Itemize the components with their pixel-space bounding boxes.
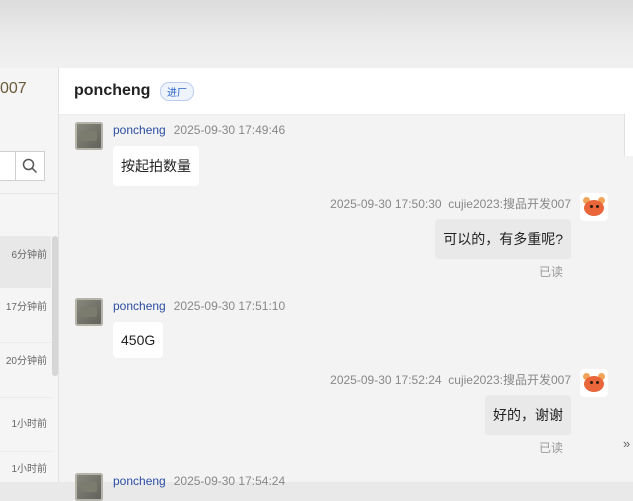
avatar[interactable] <box>580 193 608 221</box>
sender-name: cujie2023:搜品开发007 <box>448 373 571 387</box>
conversation-time: 1小时前 <box>11 464 47 475</box>
sender-name[interactable]: poncheng <box>113 474 166 488</box>
message-meta: poncheng 2025-09-30 17:54:24 <box>113 474 285 488</box>
avatar[interactable] <box>580 369 608 397</box>
chat-title: poncheng <box>74 82 151 99</box>
avatar[interactable] <box>75 473 103 501</box>
message-meta: 2025-09-30 17:50:30 cujie2023:搜品开发007 <box>330 195 571 212</box>
message-meta: 2025-09-30 17:52:24 cujie2023:搜品开发007 <box>330 371 571 388</box>
chat-header: poncheng 进厂 <box>59 68 633 115</box>
search-icon <box>22 158 38 174</box>
top-banner <box>0 0 633 68</box>
divider <box>0 342 51 343</box>
avatar[interactable] <box>75 122 103 150</box>
conversation-time: 1小时前 <box>11 419 47 430</box>
chat-panel: poncheng 进厂 poncheng 2025-09-30 17:49:46 … <box>59 68 633 501</box>
message-bubble: 可以的，有多重呢? <box>435 219 571 259</box>
conversation-item[interactable]: 20分钟前 <box>0 352 51 367</box>
search-button[interactable] <box>15 151 45 181</box>
status-badge: 进厂 <box>160 82 194 101</box>
read-status: 已读 <box>539 265 564 279</box>
conversation-item[interactable]: 6分钟前 <box>0 236 51 288</box>
message-bubble: 好的，谢谢 <box>485 395 571 435</box>
divider <box>0 193 58 194</box>
side-panel-edge <box>624 114 633 156</box>
divider <box>0 451 51 452</box>
conversation-time: 17分钟前 <box>5 302 47 313</box>
conversation-time: 20分钟前 <box>5 356 47 367</box>
conversation-item[interactable]: 17分钟前 <box>0 298 51 313</box>
conversation-item[interactable]: 1小时前 <box>0 415 51 430</box>
list-scrollbar[interactable] <box>52 236 58 376</box>
sender-name: cujie2023:搜品开发007 <box>448 197 571 211</box>
message-meta: poncheng 2025-09-30 17:49:46 <box>113 123 285 137</box>
message-bubble: 450G <box>113 322 164 358</box>
sender-name[interactable]: poncheng <box>113 299 166 313</box>
conversation-item[interactable]: 1小时前 <box>0 460 51 475</box>
message-meta: poncheng 2025-09-30 17:51:10 <box>113 299 285 313</box>
message-time: 2025-09-30 17:50:30 <box>330 197 442 211</box>
message-bubble: 按起拍数量 <box>113 146 199 186</box>
message-time: 2025-09-30 17:49:46 <box>173 123 286 137</box>
double-chevron-right-icon[interactable]: » <box>623 436 630 451</box>
avatar[interactable] <box>75 298 103 326</box>
conversation-time: 6分钟前 <box>11 250 47 261</box>
read-status: 已读 <box>539 441 564 455</box>
divider <box>0 397 51 398</box>
message-time: 2025-09-30 17:54:24 <box>173 474 286 488</box>
sender-name[interactable]: poncheng <box>113 123 166 137</box>
message-time: 2025-09-30 17:51:10 <box>173 299 286 313</box>
message-time: 2025-09-30 17:52:24 <box>330 373 442 387</box>
account-title: 007 <box>0 80 27 97</box>
search-input[interactable] <box>0 151 16 181</box>
